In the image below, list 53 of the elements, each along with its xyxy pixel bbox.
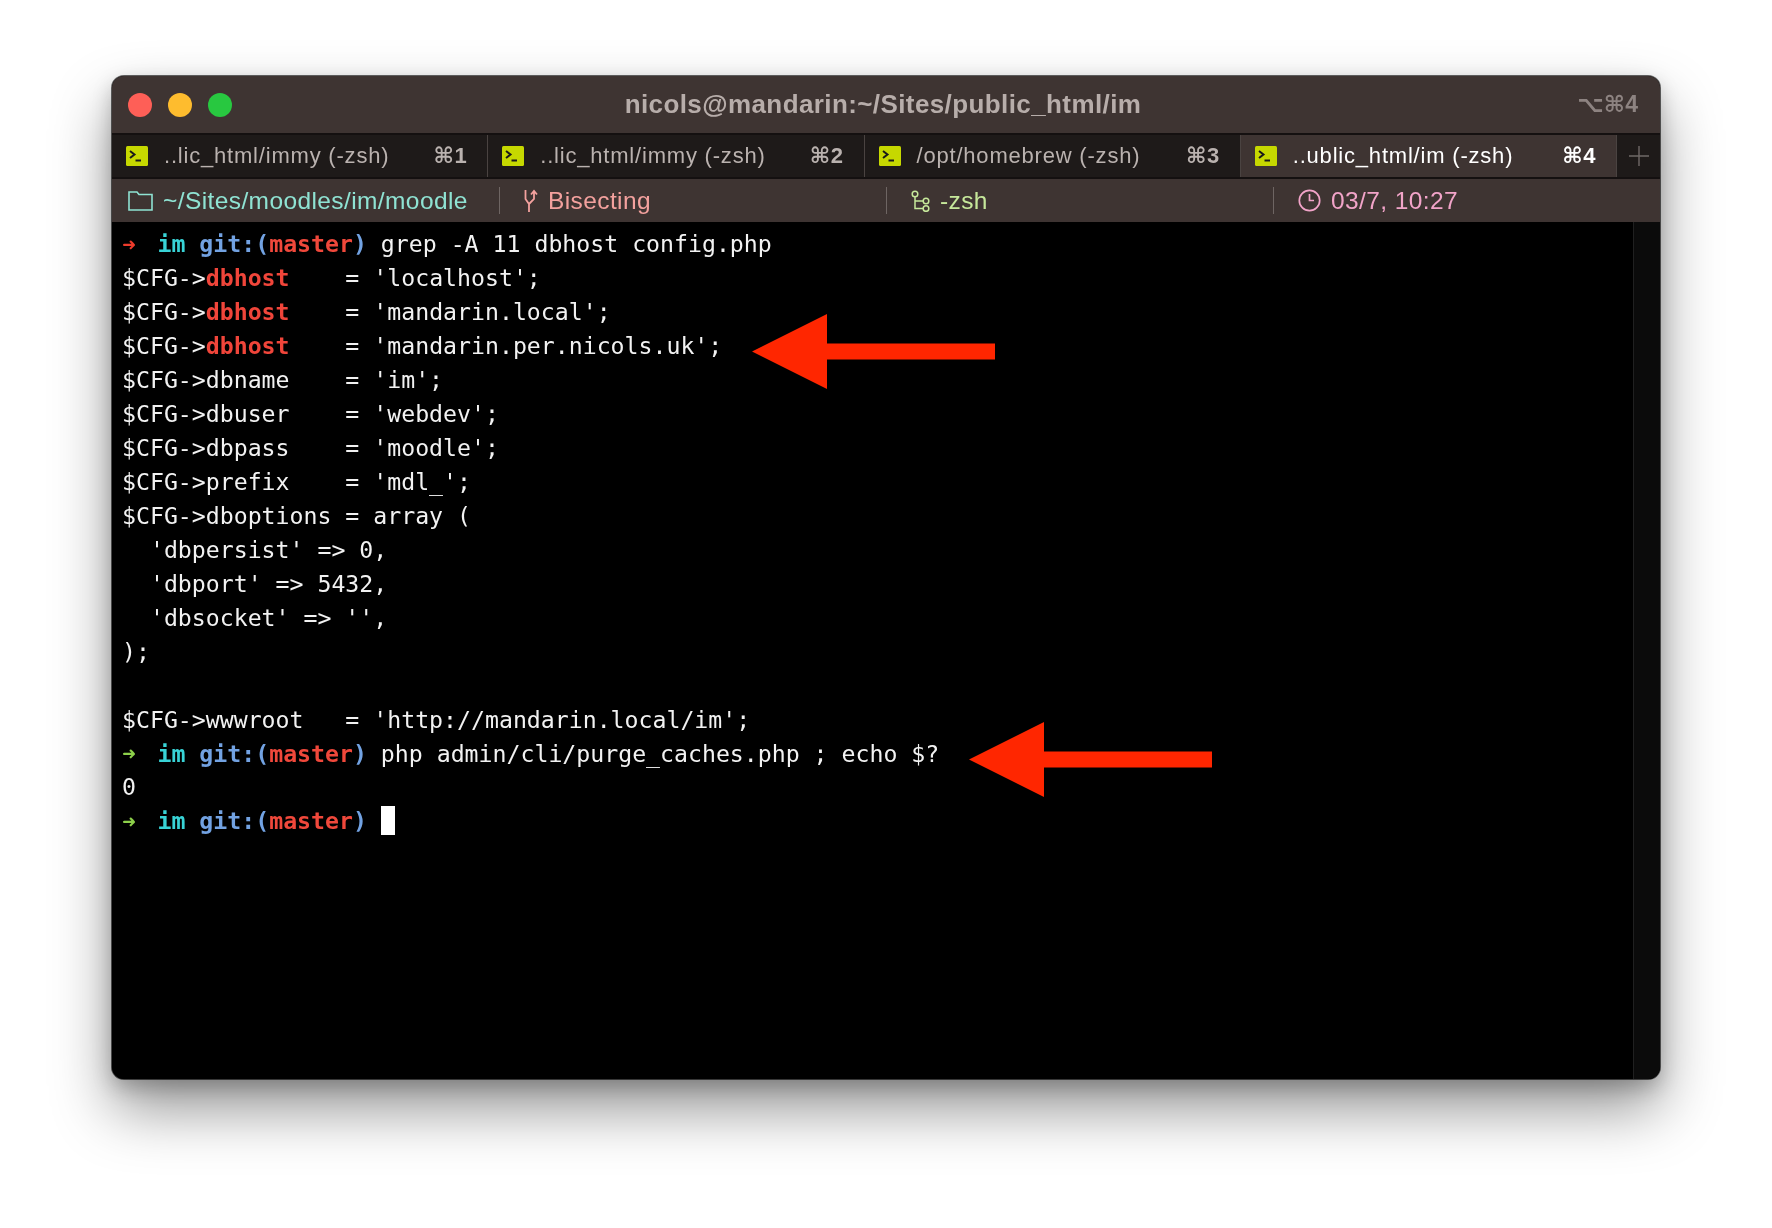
output-line: $CFG->dbpass = 'moodle';: [122, 434, 499, 462]
git-branch-label: git:(master): [199, 739, 367, 767]
tab-title: ..lic_html/immy (-zsh): [164, 143, 391, 169]
output-line: $CFG->dbhost = 'mandarin.local';: [122, 298, 611, 326]
tab-shortcut: ⌘2: [809, 143, 844, 169]
tab-title: ..ublic_html/im (-zsh): [1292, 143, 1515, 169]
directory-label: im: [157, 739, 186, 767]
output-line: $CFG->dbhost = 'localhost';: [122, 264, 541, 292]
terminal-icon: [1254, 146, 1277, 166]
output-line: $CFG->prefix = 'mdl_';: [122, 468, 471, 496]
prompt-arrow: ➜: [122, 743, 134, 764]
output-line: $CFG->dbhost = 'mandarin.per.nicols.uk';: [122, 332, 723, 360]
close-button[interactable]: [128, 92, 152, 117]
output-line: 'dbport' => 5432,: [148, 569, 388, 597]
output-line: $CFG->wwwroot = 'http://mandarin.local/im';: [122, 705, 751, 733]
prompt-arrow: ➜: [122, 233, 134, 254]
branch-icon: [524, 189, 538, 212]
zoom-button[interactable]: [208, 92, 232, 117]
scrollbar[interactable]: [1633, 222, 1660, 1079]
tab-shortcut: ⌘3: [1186, 143, 1220, 169]
tree-icon: [911, 189, 930, 212]
directory-label: im: [157, 807, 186, 835]
status-text: ~/Sites/moodles/im/moodle: [163, 186, 468, 215]
output-line: $CFG->dbuser = 'webdev';: [122, 400, 499, 428]
output-line: $CFG->dbname = 'im';: [122, 366, 444, 394]
output-line: 'dbsocket' => '',: [148, 603, 388, 631]
output-line: );: [122, 637, 150, 665]
plus-icon: [1628, 146, 1649, 166]
tab-shortcut: ⌘4: [1562, 143, 1596, 169]
terminal-icon: [502, 146, 525, 166]
window-title: nicols@mandarin:~/Sites/public_html/im: [624, 89, 1142, 120]
status-text: -zsh: [940, 186, 988, 215]
git-branch-label: git:(master): [199, 807, 367, 835]
git-branch-label: git:(master): [199, 230, 367, 258]
tab-title: ..lic_html/immy (-zsh): [540, 143, 767, 169]
tab[interactable]: ..ublic_html/im (-zsh) ⌘4: [1239, 135, 1616, 177]
command-text: php admin/cli/purge_caches.php ; echo $?: [380, 739, 940, 767]
output-line: $CFG->dboptions = array (: [122, 501, 471, 529]
status-text: 03/7, 10:27: [1331, 186, 1458, 215]
directory-label: im: [157, 230, 186, 258]
command-text: grep -A 11 dbhost config.php: [380, 230, 772, 258]
terminal-icon: [126, 146, 148, 166]
status-text: Bisecting: [548, 186, 651, 215]
tab-shortcut: ⌘1: [433, 143, 468, 169]
terminal-icon: [878, 146, 901, 166]
window-shortcut: ⌥⌘4: [1577, 91, 1638, 118]
prompt-arrow: ➜: [122, 810, 134, 831]
minimize-button[interactable]: [168, 92, 192, 117]
tab-title: /opt/homebrew (-zsh): [916, 143, 1142, 169]
output-line: 'dbpersist' => 0,: [148, 535, 388, 563]
folder-icon: [128, 190, 153, 211]
output-line: 0: [122, 773, 136, 801]
clock-icon: [1298, 189, 1321, 212]
